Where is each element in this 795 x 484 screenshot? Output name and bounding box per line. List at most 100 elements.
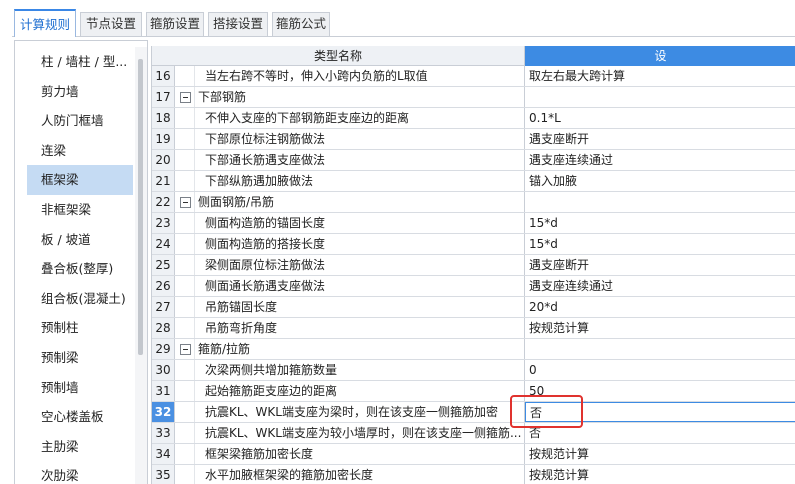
type-name-label: 不伸入支座的下部钢筋距支座边的距离 <box>205 111 410 125</box>
setting-value-cell[interactable]: 遇支座断开 <box>525 255 795 275</box>
table-row[interactable]: 25 梁侧面原位标注筋做法 遇支座断开 <box>152 255 795 276</box>
sidebar-item[interactable]: 预制墙 <box>27 373 133 403</box>
sidebar-item[interactable]: 连梁 <box>27 136 133 166</box>
table-row[interactable]: 19 下部原位标注钢筋做法 遇支座断开 <box>152 129 795 150</box>
sidebar-item[interactable]: 次肋梁 <box>27 461 133 484</box>
setting-value-cell[interactable]: 取左右最大跨计算 <box>525 66 795 86</box>
sidebar-item[interactable]: 主肋梁 <box>27 432 133 462</box>
table-row[interactable]: 32 抗震KL、WKL端支座为梁时，则在该支座一侧箍筋加密否 <box>152 402 795 423</box>
rules-grid: 类型名称 设 16 当左右跨不等时，伸入小跨内负筋的L取值 取左右最大跨计算 17 下部… <box>151 46 795 484</box>
table-row[interactable]: 34 框架梁箍筋加密长度 按规范计算 <box>152 444 795 465</box>
sidebar-item[interactable]: 预制柱 <box>27 313 133 343</box>
type-name-cell: 箍筋/拉筋 <box>175 339 525 359</box>
sidebar-item[interactable]: 空心楼盖板 <box>27 402 133 432</box>
row-number[interactable]: 29 <box>152 339 175 359</box>
sidebar-item[interactable]: 柱 / 墙柱 / 型... <box>27 47 133 77</box>
sidebar-item[interactable]: 组合板(混凝土) <box>27 284 133 314</box>
group-row[interactable]: 29 箍筋/拉筋 <box>152 339 795 360</box>
setting-value-cell[interactable]: 按规范计算 <box>525 444 795 464</box>
row-number[interactable]: 19 <box>152 129 175 149</box>
table-row[interactable]: 23 侧面构造筋的锚固长度 15*d <box>152 213 795 234</box>
collapse-toggle-icon[interactable] <box>180 197 191 208</box>
setting-value-cell[interactable] <box>525 87 795 107</box>
row-number[interactable]: 30 <box>152 360 175 380</box>
table-row[interactable]: 28 吊筋弯折角度 按规范计算 <box>152 318 795 339</box>
row-number[interactable]: 32 <box>152 402 175 422</box>
tree-indent <box>175 66 195 86</box>
table-row[interactable]: 16 当左右跨不等时，伸入小跨内负筋的L取值 取左右最大跨计算 <box>152 66 795 87</box>
type-name-label: 侧面构造筋的搭接长度 <box>205 237 326 251</box>
row-number[interactable]: 21 <box>152 171 175 191</box>
table-row[interactable]: 18 不伸入支座的下部钢筋距支座边的距离 0.1*L <box>152 108 795 129</box>
type-name-cell: 当左右跨不等时，伸入小跨内负筋的L取值 <box>175 66 525 86</box>
row-number[interactable]: 25 <box>152 255 175 275</box>
sidebar-item[interactable]: 板 / 坡道 <box>27 225 133 255</box>
table-row[interactable]: 27 吊筋锚固长度 20*d <box>152 297 795 318</box>
type-name-cell: 梁侧面原位标注筋做法 <box>175 255 525 275</box>
row-number[interactable]: 26 <box>152 276 175 296</box>
collapse-toggle-icon[interactable] <box>180 92 191 103</box>
setting-value-cell[interactable]: 15*d <box>525 234 795 254</box>
sidebar-item[interactable]: 框架梁 <box>27 165 133 195</box>
table-row[interactable]: 21 下部纵筋遇加腋做法 锚入加腋 <box>152 171 795 192</box>
type-name-label: 起始箍筋距支座边的距离 <box>205 384 338 398</box>
row-number[interactable]: 18 <box>152 108 175 128</box>
row-number[interactable]: 34 <box>152 444 175 464</box>
group-row[interactable]: 17 下部钢筋 <box>152 87 795 108</box>
scrollbar-thumb[interactable] <box>138 59 143 355</box>
row-number[interactable]: 22 <box>152 192 175 212</box>
setting-value-cell[interactable]: 0.1*L <box>525 108 795 128</box>
setting-value-cell[interactable]: 按规范计算 <box>525 465 795 484</box>
row-number[interactable]: 16 <box>152 66 175 86</box>
setting-value-cell[interactable]: 20*d <box>525 297 795 317</box>
type-name-label: 下部钢筋 <box>198 90 247 104</box>
column-header-setting-value[interactable]: 设 <box>525 46 795 66</box>
type-name-cell: 侧面构造筋的锚固长度 <box>175 213 525 233</box>
sidebar-item[interactable]: 叠合板(整厚) <box>27 254 133 284</box>
component-list-scrollbar[interactable] <box>135 47 147 484</box>
collapse-toggle-icon[interactable] <box>180 344 191 355</box>
table-row[interactable]: 20 下部通长筋遇支座做法 遇支座连续通过 <box>152 150 795 171</box>
row-number[interactable]: 24 <box>152 234 175 254</box>
tree-indent <box>175 402 195 422</box>
row-number[interactable]: 28 <box>152 318 175 338</box>
setting-value-cell[interactable] <box>525 192 795 212</box>
tab-lap-settings[interactable]: 搭接设置 <box>208 12 268 36</box>
tab-node-settings[interactable]: 节点设置 <box>80 12 142 36</box>
setting-value-cell[interactable]: 按规范计算 <box>525 318 795 338</box>
setting-value-cell[interactable]: 遇支座连续通过 <box>525 150 795 170</box>
setting-value-cell[interactable]: 15*d <box>525 213 795 233</box>
setting-value-cell[interactable]: 锚入加腋 <box>525 171 795 191</box>
row-number[interactable]: 35 <box>152 465 175 484</box>
column-header-type-name[interactable]: 类型名称 <box>152 46 525 66</box>
row-number[interactable]: 23 <box>152 213 175 233</box>
row-number[interactable]: 27 <box>152 297 175 317</box>
table-row[interactable]: 26 侧面通长筋遇支座做法 遇支座连续通过 <box>152 276 795 297</box>
setting-value-cell[interactable]: 遇支座连续通过 <box>525 276 795 296</box>
type-name-label: 箍筋/拉筋 <box>198 342 251 356</box>
tab-calc-rules[interactable]: 计算规则 <box>14 9 76 37</box>
tree-indent <box>175 129 195 149</box>
setting-value-cell[interactable]: 遇支座断开 <box>525 129 795 149</box>
tree-indent <box>175 297 195 317</box>
row-number[interactable]: 20 <box>152 150 175 170</box>
row-number[interactable]: 33 <box>152 423 175 443</box>
type-name-label: 抗震KL、WKL端支座为较小墙厚时，则在该支座一侧箍筋... <box>205 426 522 440</box>
tab-stirrup-settings[interactable]: 箍筋设置 <box>146 12 204 36</box>
table-row[interactable]: 30 次梁两侧共增加箍筋数量 0 <box>152 360 795 381</box>
table-row[interactable]: 24 侧面构造筋的搭接长度 15*d <box>152 234 795 255</box>
sidebar-item[interactable]: 非框架梁 <box>27 195 133 225</box>
group-row[interactable]: 22 侧面钢筋/吊筋 <box>152 192 795 213</box>
setting-value-cell[interactable]: 0 <box>525 360 795 380</box>
sidebar-item[interactable]: 人防门框墙 <box>27 106 133 136</box>
setting-value-cell[interactable] <box>525 339 795 359</box>
type-name-cell: 水平加腋框架梁的箍筋加密长度 <box>175 465 525 484</box>
table-row[interactable]: 33 抗震KL、WKL端支座为较小墙厚时，则在该支座一侧箍筋... 否 <box>152 423 795 444</box>
tab-stirrup-formula[interactable]: 箍筋公式 <box>272 12 330 36</box>
sidebar-item[interactable]: 剪力墙 <box>27 77 133 107</box>
row-number[interactable]: 31 <box>152 381 175 401</box>
table-row[interactable]: 31 起始箍筋距支座边的距离 50 <box>152 381 795 402</box>
sidebar-item[interactable]: 预制梁 <box>27 343 133 373</box>
table-row[interactable]: 35 水平加腋框架梁的箍筋加密长度 按规范计算 <box>152 465 795 484</box>
row-number[interactable]: 17 <box>152 87 175 107</box>
